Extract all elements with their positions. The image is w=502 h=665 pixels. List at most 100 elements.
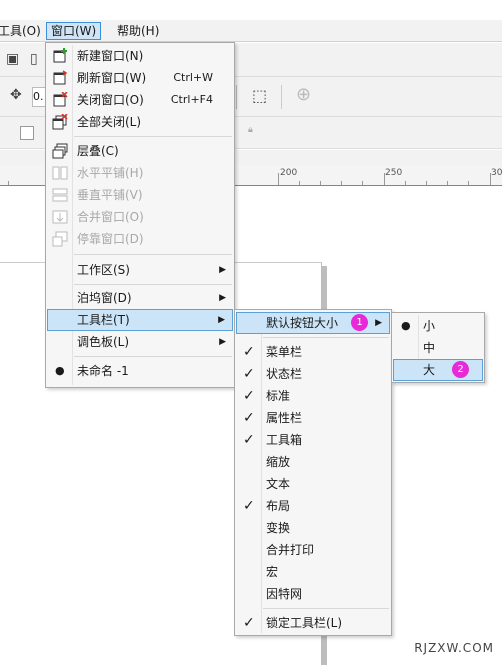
menu-item-label: 水平平铺(H) [77,166,144,180]
menu-item-refresh-window[interactable]: 刷新窗口(W) Ctrl+W [47,67,233,89]
menu-item-size-medium[interactable]: 中 [393,337,483,359]
menu-item-tile-vertical[interactable]: 垂直平铺(V) [47,184,233,206]
toolbar-divider [281,85,282,109]
menu-item-label: 属性栏 [266,411,303,425]
menu-item-internet[interactable]: 因特网 [236,583,390,605]
menu-item-label: 布局 [266,499,291,513]
ruler-tick [362,181,363,185]
menu-item-label: 默认按钮大小 [266,316,339,330]
menu-item-toolbars[interactable]: 工具栏(T) ▶ [47,309,233,331]
step-badge: 1 [351,314,368,331]
menu-item-dockers[interactable]: 泊坞窗(D) ▶ [47,287,233,309]
ruler-tick [341,181,342,185]
menu-item-label: 工具栏(T) [77,313,130,327]
ruler-tick [278,173,279,185]
submenu-arrow-icon: ▶ [375,318,382,328]
menu-item-default-button-size[interactable]: 默认按钮大小 1 ▶ [236,312,390,334]
menu-item-close-window[interactable]: 关闭窗口(O) Ctrl+F4 [47,89,233,111]
menu-item-menu-bar[interactable]: ✓ 菜单栏 [236,341,390,363]
menu-item-property-bar[interactable]: ✓ 属性栏 [236,407,390,429]
menu-item-label: 调色板(L) [77,335,130,349]
bullet-icon: ● [401,319,411,332]
menu-item-label: 刷新窗口(W) [77,71,147,85]
menu-item-standard[interactable]: ✓ 标准 [236,385,390,407]
menu-item-color-palettes[interactable]: 调色板(L) ▶ [47,331,233,353]
menu-separator [263,337,389,338]
page-icon[interactable]: ▯ [30,51,38,67]
menu-item-status-bar[interactable]: ✓ 状态栏 [236,363,390,385]
menu-separator [74,254,232,255]
menu-item-label: 合并打印 [266,543,315,557]
menu-item-workspace[interactable]: 工作区(S) ▶ [47,259,233,281]
dock-window-icon [52,231,68,247]
move-icon[interactable]: ✥ [10,87,22,103]
submenu-arrow-icon: ▶ [219,293,226,303]
menu-item-size-large[interactable]: 大 2 [393,359,483,381]
submenu-arrow-icon: ▶ [219,265,226,275]
menu-item-label: 小 [423,319,436,333]
menu-item-text[interactable]: 文本 [236,473,390,495]
ruler-tick [384,173,385,185]
menu-item-label: 工作区(S) [77,263,130,277]
menu-item-layout[interactable]: ✓ 布局 [236,495,390,517]
menu-item-close-all[interactable]: 全部关闭(L) [47,111,233,133]
ruler-tick [426,181,427,185]
menu-item-label: 新建窗口(N) [77,49,144,63]
menu-item-cascade[interactable]: 层叠(C) [47,140,233,162]
checkmark-icon: ✓ [243,344,255,360]
menu-item-transform[interactable]: 变换 [236,517,390,539]
menu-item-label: 文本 [266,477,291,491]
menu-item-lock-toolbars[interactable]: ✓ 锁定工具栏(L) [236,612,390,634]
menu-item-zoom[interactable]: 缩放 [236,451,390,473]
menu-item-new-window[interactable]: 新建窗口(N) [47,45,233,67]
cascade-icon [52,143,68,159]
menu-item-tile-horizontal[interactable]: 水平平铺(H) [47,162,233,184]
menu-window[interactable]: 窗口(W) [46,22,102,40]
close-all-icon [52,114,68,130]
ruler-tick [320,181,321,185]
menu-item-merge-windows[interactable]: 合并窗口(O) [47,206,233,228]
refresh-window-icon [53,70,68,85]
menu-bar: 工具(O) 窗口(W) 帮助(H) [0,20,502,42]
menu-item-label: 状态栏 [266,367,303,381]
submenu-arrow-icon: ▶ [219,337,226,347]
tile-vertical-icon [52,188,68,202]
menu-item-shortcut: Ctrl+F4 [170,93,213,106]
menu-item-document[interactable]: ● 未命名 -1 [47,360,233,382]
menu-separator [74,356,232,357]
checkmark-icon: ✓ [243,615,255,631]
menu-separator [74,136,232,137]
menu-item-label: 垂直平铺(V) [77,188,143,202]
menu-item-dock-window[interactable]: 停靠窗口(D) [47,228,233,250]
bullet-icon: ● [55,364,65,377]
checkmark-icon: ✓ [243,498,255,514]
checkbox[interactable] [20,126,34,140]
menu-item-macros[interactable]: 宏 [236,561,390,583]
menu-item-label: 缩放 [266,455,291,469]
menu-item-size-small[interactable]: ● 小 [393,315,483,337]
new-window-icon [53,48,67,63]
menu-item-label: 停靠窗口(D) [77,232,144,246]
menu-item-label: 因特网 [266,587,303,601]
select-frame-icon[interactable]: ⬚ [252,86,267,105]
menu-item-label: 中 [423,341,436,355]
ruler-tick [299,181,300,185]
menu-item-label: 变换 [266,521,291,535]
menu-help[interactable]: 帮助(H) [113,22,163,40]
tile-horizontal-icon [52,166,68,180]
menu-item-toolbox[interactable]: ✓ 工具箱 [236,429,390,451]
ruler-label: 250 [385,168,403,178]
menu-item-label: 锁定工具栏(L) [266,616,343,630]
lock-icon[interactable]: 🔒︎ [248,125,253,135]
menu-item-label: 大 [423,363,436,377]
add-icon[interactable]: ⊕ [296,84,311,105]
merge-windows-icon [52,210,68,224]
menu-item-label: 工具箱 [266,433,303,447]
x-position-field[interactable]: 0. [32,87,46,107]
checkmark-icon: ✓ [243,366,255,382]
fullscreen-icon[interactable]: ▣ [6,51,19,67]
menu-item-print-merge[interactable]: 合并打印 [236,539,390,561]
window-menu: 新建窗口(N) 刷新窗口(W) Ctrl+W 关闭窗口(O) Ctrl+F4 全… [45,42,235,388]
menu-tools[interactable]: 工具(O) [0,22,45,40]
watermark: RJZXW.COM [414,641,494,655]
